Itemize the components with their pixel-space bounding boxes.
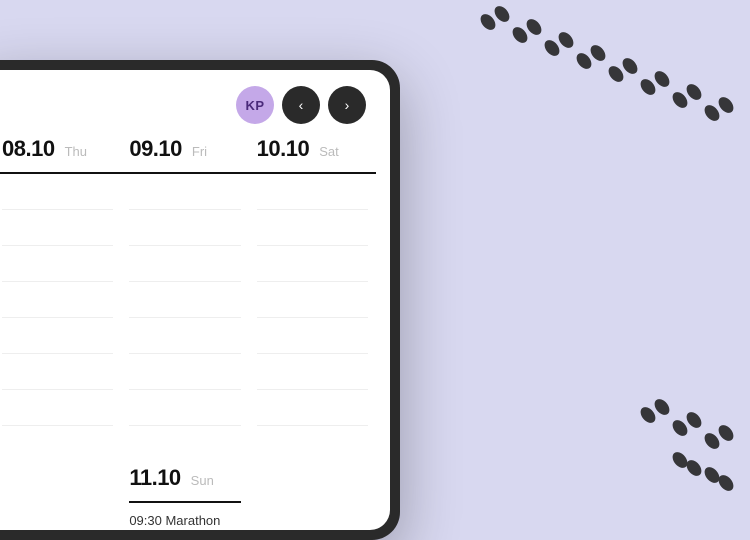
avatar: KP: [236, 86, 274, 124]
time-line: [257, 426, 368, 455]
time-line: [2, 282, 113, 318]
date-11-10: 11.10: [129, 465, 180, 491]
time-line: [129, 282, 240, 318]
bottom-col-11-10: 11.10 Sun 09:30 Marathon: [121, 465, 248, 530]
time-line: [2, 354, 113, 390]
tablet-screen: KP ‹ › 08.10 Thu: [0, 70, 390, 530]
date-09-10: 09.10: [129, 136, 182, 162]
day-11-10: Sun: [191, 473, 214, 488]
time-line: [257, 210, 368, 246]
time-line: [257, 318, 368, 354]
col-header-09-10: 09.10 Fri: [121, 136, 248, 174]
time-line: [129, 390, 240, 426]
time-line: [129, 174, 240, 210]
date-08-10: 08.10: [2, 136, 55, 162]
next-icon: ›: [345, 97, 350, 113]
col-lines-09-10: [121, 174, 248, 455]
col-header-08-10: 08.10 Thu: [0, 136, 121, 174]
time-line: [257, 354, 368, 390]
col-lines-10-10: [249, 174, 376, 455]
footprint-trail-top-right: [478, 3, 737, 124]
tablet-device: KP ‹ › 08.10 Thu: [0, 60, 400, 540]
marathon-event[interactable]: 09:30 Marathon: [129, 511, 240, 530]
avatar-initials: KP: [245, 98, 264, 113]
prev-button[interactable]: ‹: [282, 86, 320, 124]
footprint-trail-bottom-right: [638, 396, 737, 494]
time-line: [2, 426, 113, 455]
time-line: [129, 246, 240, 282]
day-08-10: Thu: [65, 144, 87, 159]
time-line: [129, 354, 240, 390]
prev-icon: ‹: [299, 97, 304, 113]
calendar-grid: 08.10 Thu: [0, 136, 390, 455]
bottom-row: 11.10 Sun 09:30 Marathon: [0, 455, 390, 530]
time-line: [2, 318, 113, 354]
column-10-10: 10.10 Sat: [249, 136, 376, 455]
day-10-10: Sat: [319, 144, 339, 159]
time-line: [2, 246, 113, 282]
time-line: [129, 210, 240, 246]
column-08-10: 08.10 Thu: [0, 136, 121, 455]
col-header-10-10: 10.10 Sat: [249, 136, 376, 174]
time-line: [257, 246, 368, 282]
column-09-10: 09.10 Fri: [121, 136, 248, 455]
time-line: [2, 390, 113, 426]
time-line: [257, 174, 368, 210]
time-line: [2, 174, 113, 210]
bottom-col-empty-2: [249, 465, 376, 530]
time-line: [129, 426, 240, 455]
screen-content: KP ‹ › 08.10 Thu: [0, 70, 390, 530]
time-line: [129, 318, 240, 354]
bottom-col-header-11-10: 11.10 Sun: [129, 465, 240, 503]
time-line: [2, 210, 113, 246]
time-line: [257, 282, 368, 318]
bottom-col-empty-1: [0, 465, 121, 530]
next-button[interactable]: ›: [328, 86, 366, 124]
day-09-10: Fri: [192, 144, 207, 159]
date-10-10: 10.10: [257, 136, 310, 162]
time-line: [257, 390, 368, 426]
col-lines-08-10: [0, 174, 121, 455]
calendar-header: KP ‹ ›: [0, 70, 390, 136]
